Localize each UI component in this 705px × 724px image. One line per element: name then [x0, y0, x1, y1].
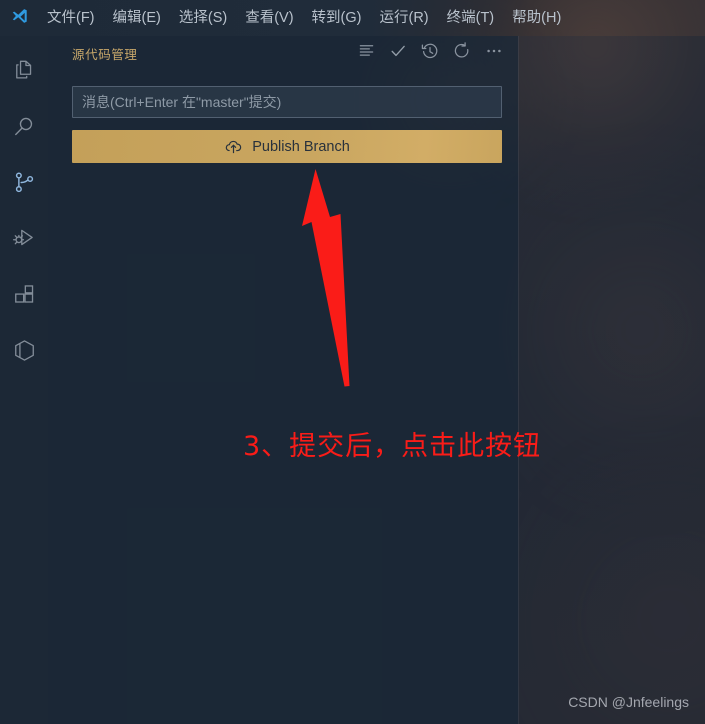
source-control-header: 源代码管理 [48, 36, 518, 70]
more-actions-ellipsis-icon [485, 42, 503, 65]
more-actions-button[interactable] [484, 43, 504, 63]
editor-area[interactable] [518, 36, 705, 724]
source-control-title: 源代码管理 [72, 47, 138, 62]
history-clock-icon [421, 42, 439, 65]
remote-hexagon-icon [12, 338, 37, 363]
refresh-icon [453, 41, 471, 65]
commit-message-input[interactable] [72, 86, 502, 118]
publish-branch-label: Publish Branch [252, 138, 350, 155]
history-button[interactable] [420, 43, 440, 63]
vscode-window: 文件(F) 编辑(E) 选择(S) 查看(V) 转到(G) 运行(R) 终端(T… [0, 0, 705, 724]
editor-background [519, 36, 705, 724]
source-control-branch-icon [12, 170, 37, 195]
menu-view[interactable]: 查看(V) [236, 0, 302, 36]
source-control-actions [356, 41, 504, 65]
run-and-debug-icon [12, 226, 37, 251]
menu-selection[interactable]: 选择(S) [170, 0, 236, 36]
source-control-sidebar: 源代码管理 消息(Ctrl+Enter 在"master"提交) Publish… [48, 36, 518, 724]
refresh-button[interactable] [452, 41, 472, 65]
extensions-icon [12, 282, 37, 307]
cloud-upload-icon [224, 137, 243, 156]
activity-bar [0, 36, 48, 724]
activity-item-run-debug[interactable] [0, 210, 48, 266]
view-as-list-icon [358, 42, 375, 64]
menu-goto[interactable]: 转到(G) [303, 0, 371, 36]
activity-item-search[interactable] [0, 98, 48, 154]
menu-run[interactable]: 运行(R) [370, 0, 437, 36]
view-as-list-button[interactable] [356, 43, 376, 63]
activity-item-remote[interactable] [0, 322, 48, 378]
menu-edit[interactable]: 编辑(E) [104, 0, 170, 36]
title-bar: 文件(F) 编辑(E) 选择(S) 查看(V) 转到(G) 运行(R) 终端(T… [0, 0, 705, 36]
activity-item-extensions[interactable] [0, 266, 48, 322]
check-commit-icon [389, 42, 407, 65]
commit-button[interactable] [388, 43, 408, 63]
vscode-logo-icon [0, 0, 38, 36]
files-explorer-icon [12, 58, 37, 83]
activity-item-source-control[interactable] [0, 154, 48, 210]
activity-item-explorer[interactable] [0, 42, 48, 98]
menu-file[interactable]: 文件(F) [38, 0, 104, 36]
menu-help[interactable]: 帮助(H) [503, 0, 570, 36]
menu-bar: 文件(F) 编辑(E) 选择(S) 查看(V) 转到(G) 运行(R) 终端(T… [38, 0, 570, 36]
search-icon [12, 114, 37, 139]
menu-terminal[interactable]: 终端(T) [438, 0, 504, 36]
publish-branch-button[interactable]: Publish Branch [72, 130, 502, 163]
